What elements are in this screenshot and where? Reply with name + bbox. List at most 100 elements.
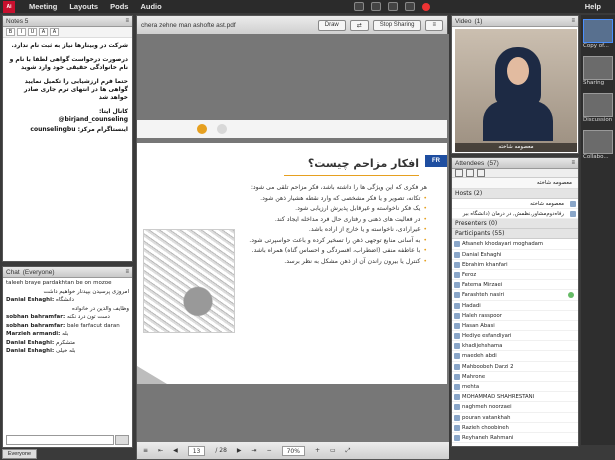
participants-section[interactable]: Participants (55) bbox=[452, 229, 578, 240]
chat-messages: taleeh braye pardakhtan be on mozoe امرو… bbox=[3, 278, 132, 428]
font-color-button[interactable]: A bbox=[50, 28, 59, 36]
presenters-section[interactable]: Presenters (0) bbox=[452, 219, 578, 230]
page-input[interactable]: 13 bbox=[187, 445, 206, 456]
participant-row[interactable]: mehta bbox=[452, 382, 578, 393]
participant-icon bbox=[454, 404, 460, 411]
participant-row[interactable]: Mahrone bbox=[452, 372, 578, 382]
chat-input[interactable] bbox=[6, 435, 114, 445]
slide-bullet: تکانه، تصویر و یا فکر مشخصی که وارد نقطه… bbox=[237, 194, 427, 205]
participant-row[interactable]: Afsaneh khodayari moghadam bbox=[452, 239, 578, 250]
notes-toolbar: B I U A A bbox=[3, 27, 132, 38]
menu-pods[interactable]: Pods bbox=[110, 2, 128, 11]
bold-button[interactable]: B bbox=[6, 28, 15, 36]
my-name: معصومه شاخته bbox=[452, 178, 578, 189]
last-page-icon[interactable]: ⇥ bbox=[252, 447, 257, 454]
list-view-icon[interactable] bbox=[455, 169, 463, 177]
participant-row[interactable]: naghmeh noorzaei bbox=[452, 402, 578, 413]
participant-row[interactable]: Hadadi bbox=[452, 301, 578, 311]
raise-hand-icon[interactable] bbox=[477, 169, 485, 177]
zoom-select[interactable]: 70% bbox=[281, 445, 305, 456]
chat-message: sobhan bahramfar: دست تون درد نکنه bbox=[6, 314, 110, 320]
notes-title: Notes 5 bbox=[6, 17, 29, 25]
participant-row[interactable]: Hasan Abasi bbox=[452, 321, 578, 332]
participant-icon bbox=[454, 394, 460, 401]
participant-row[interactable]: pouran vatankhah bbox=[452, 413, 578, 423]
attendees-header: Attendees (57) ≡ bbox=[452, 158, 578, 169]
pod-menu-icon[interactable]: ≡ bbox=[125, 18, 129, 24]
participant-icon bbox=[454, 434, 460, 441]
layout-thumb-discussion[interactable] bbox=[583, 93, 613, 117]
participant-row[interactable]: Haleh rasspoor bbox=[452, 311, 578, 321]
chat-message: امروزی پرسیدن بپیدنار خواهیم داشت bbox=[43, 288, 129, 295]
menu-meeting[interactable]: Meeting bbox=[29, 2, 57, 11]
first-page-icon[interactable]: ⇤ bbox=[158, 447, 163, 454]
font-size-button[interactable]: A bbox=[39, 28, 48, 36]
chat-message: taleeh braye pardakhtan be on mozoe bbox=[6, 280, 112, 286]
slide-bullet: غیرارادی، ناخواسته و یا خارج از اراده با… bbox=[237, 225, 427, 236]
stop-sharing-button[interactable]: Stop Sharing bbox=[372, 19, 422, 31]
chat-send-button[interactable] bbox=[115, 435, 129, 445]
participant-row[interactable]: Reyhaneh Rahmani bbox=[452, 433, 578, 444]
current-slide: FR افکار مزاحم چیست؟ هر فکری که این ویژگ… bbox=[137, 143, 447, 384]
participant-icon bbox=[454, 261, 460, 268]
stressed-man-image bbox=[143, 229, 235, 333]
speaker-icon[interactable] bbox=[353, 2, 364, 11]
status-icon[interactable] bbox=[404, 2, 415, 11]
chat-message: Marzieh armandi: بله bbox=[6, 331, 69, 337]
underline-button[interactable]: U bbox=[28, 28, 37, 36]
pod-menu-icon[interactable]: ≡ bbox=[425, 19, 443, 31]
share-header: chera zehne man ashofte ast.pdf Draw ⇄ S… bbox=[137, 16, 447, 34]
help-menu[interactable]: Help bbox=[585, 2, 601, 11]
host-row[interactable]: معصومه شاخته bbox=[452, 199, 578, 210]
participant-row[interactable]: Razieh choobineh bbox=[452, 423, 578, 433]
chat-audience: (Everyone) bbox=[22, 268, 55, 276]
layout-thumb-collaboration[interactable] bbox=[583, 130, 613, 154]
participant-row[interactable]: Hediye esfandiyari bbox=[452, 331, 578, 342]
participant-row[interactable]: Mahboobeh Darzi 2 bbox=[452, 362, 578, 372]
menu-audio[interactable]: Audio bbox=[140, 2, 161, 11]
menu-icon[interactable]: ≡ bbox=[143, 447, 148, 454]
status-view-icon[interactable] bbox=[466, 169, 474, 177]
participant-row[interactable]: khadijehshama bbox=[452, 341, 578, 352]
participant-icon bbox=[454, 384, 460, 390]
chat-message: sobhan bahramfar: bale farfacut daran bbox=[6, 322, 120, 329]
hosts-section[interactable]: Hosts (2) bbox=[452, 189, 578, 199]
host-icon bbox=[570, 201, 576, 207]
slide-bullet: با عاطفه منفی (اضطراب، افسردگی و احساس گ… bbox=[237, 246, 427, 257]
share-content-area: FR افکار مزاحم چیست؟ هر فکری که این ویژگ… bbox=[137, 34, 449, 444]
participant-icon bbox=[454, 312, 460, 319]
participant-row[interactable]: Ebrahim khanfari bbox=[452, 260, 578, 270]
next-page-icon[interactable]: ▶ bbox=[237, 447, 242, 454]
pod-menu-icon[interactable]: ≡ bbox=[571, 18, 575, 24]
layout-thumb-copy[interactable] bbox=[583, 19, 613, 43]
italic-button[interactable]: I bbox=[17, 28, 26, 36]
chat-tab-everyone[interactable]: Everyone bbox=[2, 449, 37, 459]
fit-page-icon[interactable]: ▭ bbox=[330, 447, 336, 454]
record-icon[interactable] bbox=[421, 2, 430, 11]
presenter-video[interactable]: معصومه شاخته bbox=[455, 29, 577, 152]
participant-row[interactable]: Feroz bbox=[452, 270, 578, 281]
zoom-out-icon[interactable]: − bbox=[267, 447, 272, 454]
participant-row[interactable]: Farashteh nasiri bbox=[452, 290, 578, 301]
zoom-in-icon[interactable]: + bbox=[315, 447, 320, 454]
sync-button[interactable]: ⇄ bbox=[349, 19, 369, 31]
microphone-icon[interactable] bbox=[370, 2, 381, 11]
webcam-icon[interactable] bbox=[387, 2, 398, 11]
layouts-bar: Copy of... Sharing Discussion Collabo... bbox=[581, 15, 615, 445]
title-underline bbox=[284, 175, 419, 176]
notes-content[interactable]: شرکت در وبینارها نیاز به ثبت نام ندارد. … bbox=[3, 38, 132, 138]
participant-row[interactable]: maedeh abdi bbox=[452, 351, 578, 362]
participant-row[interactable]: MOHAMMAD SHAHRESTANI bbox=[452, 392, 578, 403]
menu-layouts[interactable]: Layouts bbox=[69, 2, 98, 11]
participant-row[interactable]: Fatema Mirzaei bbox=[452, 280, 578, 291]
pod-menu-icon[interactable]: ≡ bbox=[571, 160, 575, 166]
pod-menu-icon[interactable]: ≡ bbox=[125, 269, 129, 275]
draw-button[interactable]: Draw bbox=[317, 19, 346, 31]
fullscreen-icon[interactable]: ⤢ bbox=[346, 447, 351, 455]
participant-icon bbox=[454, 414, 460, 421]
host-row[interactable]: رفاه‌دوم‌مشاور,نظمش, در درمان (دانشگاه ب… bbox=[452, 209, 578, 220]
prev-page-icon[interactable]: ◀ bbox=[173, 447, 178, 454]
participant-row[interactable]: Danial Eshaghi bbox=[452, 250, 578, 260]
slide-bullet: در فعالیت های ذهنی و رفتاری حال فرد مداخ… bbox=[237, 215, 427, 226]
layout-thumb-sharing[interactable] bbox=[583, 56, 613, 80]
